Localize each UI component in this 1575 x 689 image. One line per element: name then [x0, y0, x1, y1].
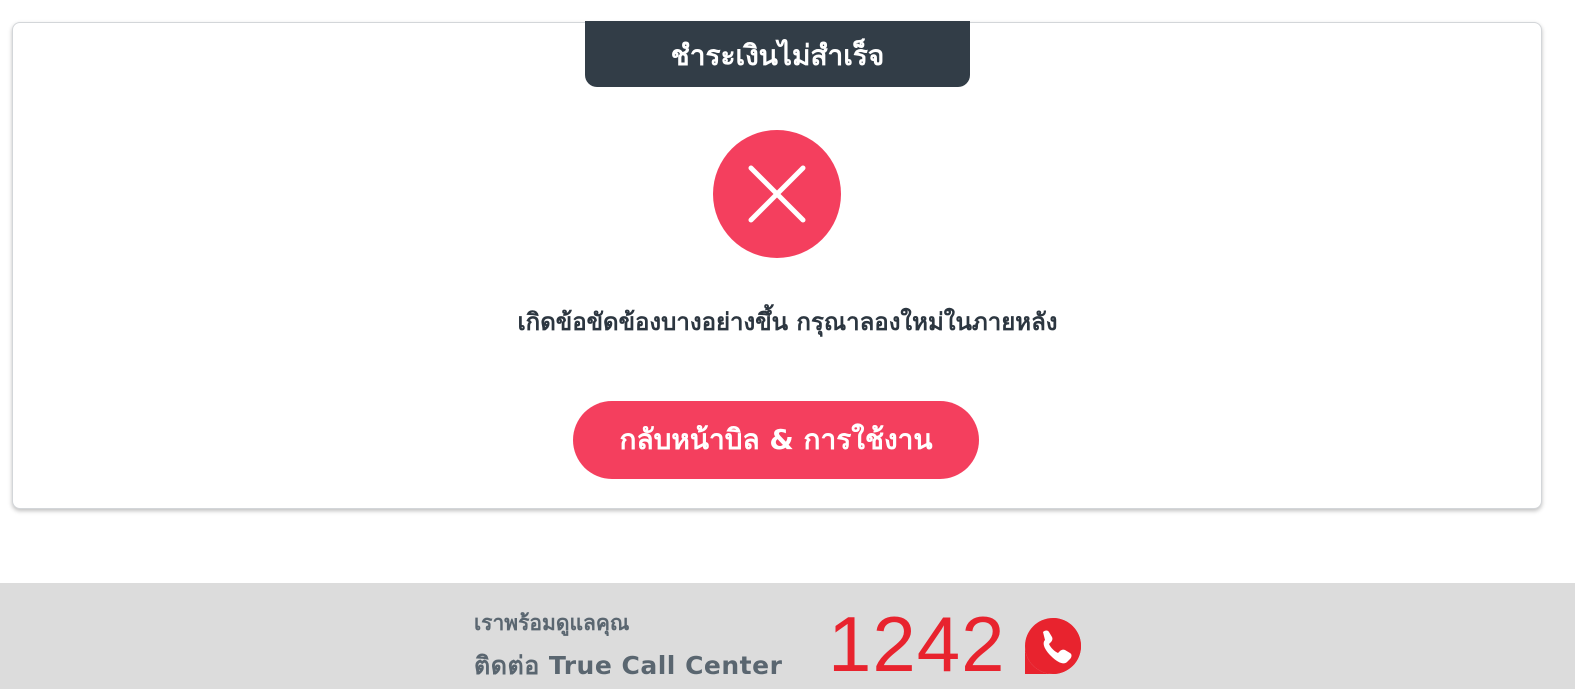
footer-subtitle: เราพร้อมดูแลคุณ — [474, 611, 630, 635]
phone-icon[interactable] — [1024, 617, 1082, 675]
footer-call-center: เราพร้อมดูแลคุณ ติดต่อ True Call Center … — [0, 583, 1575, 689]
payment-result-page: ชำระเงินไม่สำเร็จ เกิดข้อขัดข้องบางอย่าง… — [0, 0, 1575, 689]
back-to-bill-button[interactable]: กลับหน้าบิล & การใช้งาน — [573, 401, 979, 479]
error-message: เกิดข้อขัดข้องบางอย่างขึ้น กรุณาลองใหม่ใ… — [517, 308, 1058, 336]
footer-contact-text: ติดต่อ True Call Center — [474, 651, 783, 680]
call-center-number[interactable]: 1242 — [828, 605, 1006, 683]
result-title: ชำระเงินไม่สำเร็จ — [670, 39, 885, 72]
close-icon-glyph — [748, 165, 806, 223]
result-title-tab: ชำระเงินไม่สำเร็จ — [585, 21, 970, 87]
close-icon — [713, 130, 841, 258]
